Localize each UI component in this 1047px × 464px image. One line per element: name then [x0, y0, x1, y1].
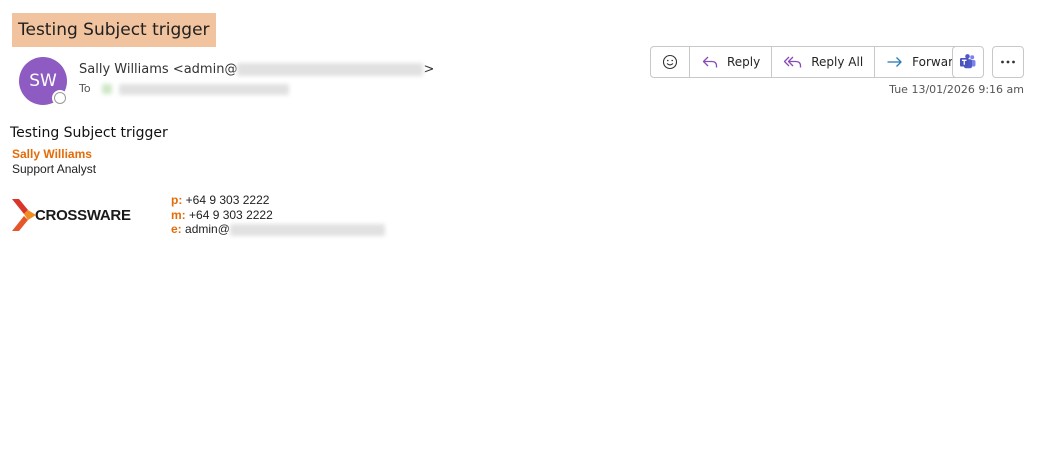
reply-all-label: Reply All	[811, 55, 864, 69]
email-row: e: admin@	[171, 222, 385, 237]
phone-value: +64 9 303 2222	[185, 193, 270, 207]
redacted-recipient	[118, 83, 289, 95]
signature-name: Sally Williams	[12, 147, 92, 161]
teams-icon	[960, 54, 976, 69]
reply-button[interactable]: Reply	[690, 47, 773, 77]
mobile-row: m: +64 9 303 2222	[171, 208, 385, 223]
reply-icon	[702, 56, 718, 68]
email-key: e:	[171, 222, 182, 236]
phone-key: p:	[171, 193, 183, 207]
reply-all-icon	[784, 56, 802, 68]
phone-row: p: +64 9 303 2222	[171, 193, 385, 208]
mobile-value: +64 9 303 2222	[189, 207, 273, 222]
presence-status-icon	[54, 92, 66, 104]
sender-line[interactable]: Sally Williams <admin@ >	[79, 62, 434, 77]
more-actions-button[interactable]	[992, 46, 1024, 78]
recipient-presence-icon	[102, 84, 113, 94]
more-options-icon	[1001, 60, 1015, 64]
email-value[interactable]: admin@	[185, 222, 230, 236]
signature-contact: p: +64 9 303 2222 m: +64 9 303 2222 e: a…	[171, 193, 385, 237]
recipient-line[interactable]: To	[79, 82, 289, 95]
to-label: To	[79, 82, 91, 95]
signature-role: Support Analyst	[12, 162, 97, 176]
sender-name: Sally Williams <admin@	[79, 62, 238, 77]
sender-close: >	[423, 62, 435, 77]
redacted-domain	[237, 63, 424, 76]
reply-all-button[interactable]: Reply All	[772, 47, 876, 77]
crossware-x-icon	[12, 199, 36, 231]
message-actions: Reply Reply All Forward	[650, 46, 973, 78]
mobile-key: m:	[171, 207, 186, 222]
subject-highlight: Testing Subject trigger	[12, 13, 216, 47]
smiley-icon	[662, 54, 678, 70]
redacted-email-domain	[229, 223, 385, 236]
crossware-logo: CROSSWARE	[11, 198, 131, 232]
reply-label: Reply	[727, 55, 761, 69]
logo-wordmark: CROSSWARE	[35, 206, 131, 224]
emoji-reaction-button[interactable]	[651, 47, 690, 77]
message-date: Tue 13/01/2026 9:16 am	[889, 83, 1024, 96]
forward-icon	[887, 57, 902, 67]
message-body-text: Testing Subject trigger	[10, 125, 168, 141]
teams-chat-button[interactable]	[952, 46, 984, 78]
